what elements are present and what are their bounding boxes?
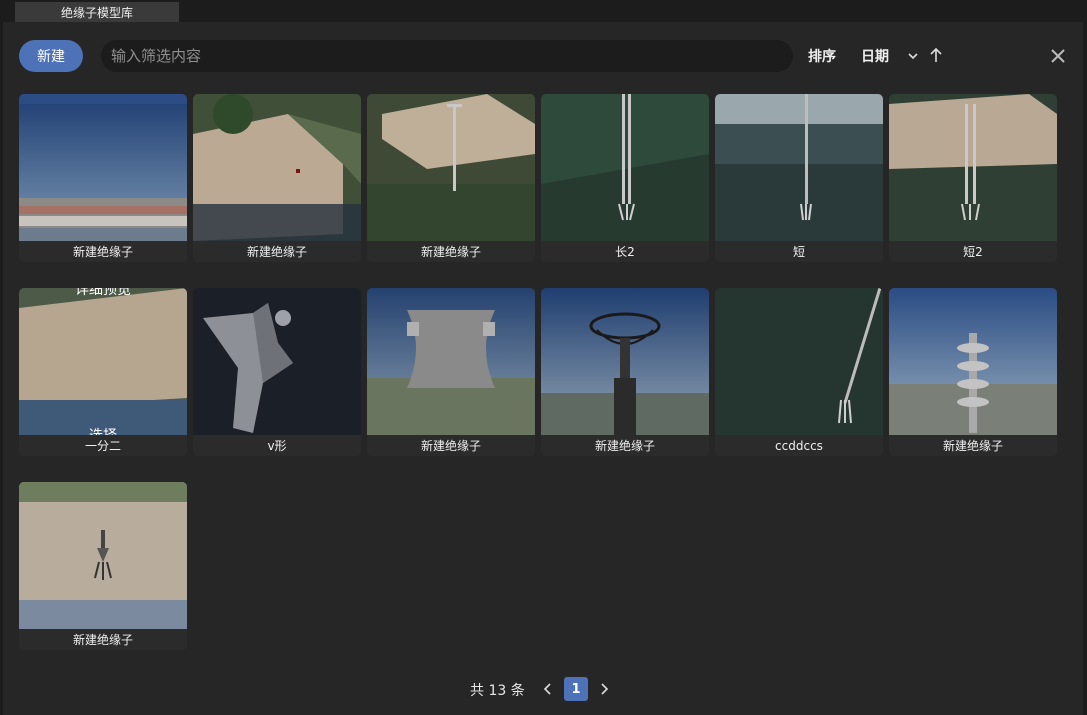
model-card-label: 新建绝缘子 [19, 629, 187, 650]
model-thumbnail [715, 288, 883, 435]
model-thumbnail [715, 94, 883, 241]
model-card[interactable]: 短 [715, 94, 883, 262]
model-thumbnail [19, 482, 187, 629]
close-icon[interactable] [1049, 47, 1067, 65]
model-thumbnail [889, 288, 1057, 435]
model-card[interactable]: 新建绝缘子 [367, 94, 535, 262]
model-library-panel: 新建 排序 日期 新建绝缘子 [3, 22, 1083, 715]
thumb-overlay-text-bottom: 选择 [89, 428, 117, 435]
thumb-overlay-text-top: 详细预览 [75, 288, 131, 298]
model-card[interactable]: 新建绝缘子 [367, 288, 535, 456]
model-thumbnail [541, 94, 709, 241]
pagination-total: 共 13 条 [470, 683, 525, 699]
model-card[interactable]: 新建绝缘子 [193, 94, 361, 262]
model-thumbnail [541, 288, 709, 435]
chevron-right-icon[interactable] [597, 681, 611, 697]
model-card-label: 新建绝缘子 [19, 241, 187, 262]
pagination-page-1[interactable]: 1 [564, 677, 588, 701]
pagination: 共 13 条 1 [3, 676, 1083, 702]
model-thumbnail [193, 288, 361, 435]
chevron-down-icon [907, 50, 919, 62]
chevron-left-icon[interactable] [541, 681, 555, 697]
model-card[interactable]: 新建绝缘子 [541, 288, 709, 456]
model-card[interactable]: ccddccs [715, 288, 883, 456]
model-card[interactable]: 新建绝缘子 [19, 482, 187, 650]
model-card-label: 短2 [889, 241, 1057, 262]
model-card-label: ccddccs [715, 435, 883, 456]
model-card-label: 新建绝缘子 [367, 241, 535, 262]
model-card[interactable]: 新建绝缘子 [889, 288, 1057, 456]
model-thumbnail: 详细预览 选择 [19, 288, 187, 435]
model-card[interactable]: 长2 [541, 94, 709, 262]
model-card-label: 新建绝缘子 [193, 241, 361, 262]
model-thumbnail [367, 94, 535, 241]
model-card[interactable]: 短2 [889, 94, 1057, 262]
sort-ascending-arrow-icon[interactable] [929, 47, 943, 63]
model-card-label: 新建绝缘子 [541, 435, 709, 456]
window-tab-title[interactable]: 绝缘子模型库 [15, 2, 179, 22]
model-thumbnail [367, 288, 535, 435]
model-card-label: 新建绝缘子 [367, 435, 535, 456]
new-button[interactable]: 新建 [19, 40, 83, 72]
model-card[interactable]: v形 [193, 288, 361, 456]
sort-field-value: 日期 [861, 49, 889, 65]
toolbar: 新建 排序 日期 [3, 22, 1083, 90]
sort-field-select[interactable]: 日期 [861, 46, 921, 66]
model-card[interactable]: 详细预览 选择 一分二 [19, 288, 187, 456]
model-thumbnail [193, 94, 361, 241]
model-card-label: 一分二 [19, 435, 187, 456]
model-card[interactable]: 新建绝缘子 [19, 94, 187, 262]
model-thumbnail [889, 94, 1057, 241]
model-card-label: 新建绝缘子 [889, 435, 1057, 456]
model-card-label: v形 [193, 435, 361, 456]
filter-search-input[interactable] [101, 40, 793, 72]
model-thumbnail [19, 94, 187, 241]
sort-label: 排序 [808, 49, 836, 65]
model-card-label: 长2 [541, 241, 709, 262]
model-card-label: 短 [715, 241, 883, 262]
